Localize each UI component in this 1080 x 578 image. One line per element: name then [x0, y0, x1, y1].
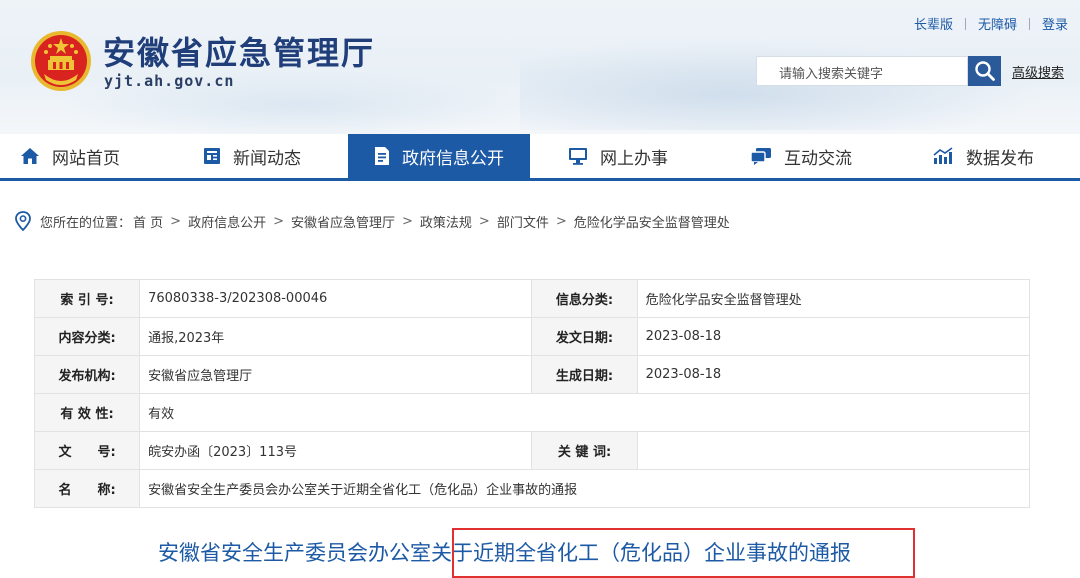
document-name-label: 名 称:	[33, 469, 141, 508]
validity-label: 有 效 性:	[33, 393, 141, 432]
category-value: 危险化学品安全监督管理处	[636, 279, 1031, 318]
content-type-label: 内容分类:	[33, 317, 141, 356]
advanced-search-link[interactable]: 高级搜索	[1012, 62, 1064, 81]
breadcrumb: 您所在的位置： 首 页 > 政府信息公开 > 安徽省应急管理厅 > 政策法规 >…	[14, 211, 732, 231]
nav-item-news[interactable]: 新闻动态	[203, 134, 348, 178]
issue-date-label: 发文日期:	[531, 317, 638, 356]
home-icon	[21, 148, 39, 164]
issue-date-value: 2023-08-18	[636, 317, 1031, 356]
document-number-label: 文 号:	[33, 431, 141, 470]
publisher-label: 发布机构:	[33, 355, 141, 394]
table-row: 文 号: 皖安办函〔2023〕113号 关 键 词:	[33, 431, 1031, 470]
keywords-label: 关 键 词:	[531, 431, 638, 470]
breadcrumb-item-dept-docs[interactable]: 部门文件	[497, 212, 549, 231]
login-link[interactable]: 登录	[1042, 14, 1068, 33]
accessibility-link[interactable]: 无障碍	[978, 14, 1017, 33]
publisher-value: 安徽省应急管理厅	[139, 355, 533, 394]
table-row: 发布机构: 安徽省应急管理厅 生成日期: 2023-08-18	[33, 355, 1031, 394]
divider	[964, 17, 966, 30]
document-number-value: 皖安办函〔2023〕113号	[139, 431, 533, 470]
generated-date-label: 生成日期:	[531, 355, 638, 394]
breadcrumb-item-department[interactable]: 安徽省应急管理厅	[291, 212, 395, 231]
breadcrumb-item-policy[interactable]: 政策法规	[420, 212, 472, 231]
news-icon	[204, 148, 220, 164]
breadcrumb-separator: >	[402, 213, 413, 229]
breadcrumb-separator: >	[273, 213, 284, 229]
chart-icon	[933, 147, 953, 164]
nav-label: 互动交流	[784, 148, 852, 169]
content-type-value: 通报,2023年	[139, 317, 533, 356]
search-icon	[974, 61, 995, 81]
table-row: 内容分类: 通报,2023年 发文日期: 2023-08-18	[33, 317, 1031, 356]
breadcrumb-item-home[interactable]: 首 页	[133, 212, 163, 231]
breadcrumb-prefix: 您所在的位置：	[40, 215, 132, 231]
breadcrumb-separator: >	[170, 213, 182, 229]
divider	[1028, 17, 1030, 30]
document-icon	[375, 147, 389, 165]
keywords-value	[636, 431, 1031, 470]
nav-label: 政府信息公开	[402, 148, 504, 169]
national-emblem-icon	[31, 31, 91, 91]
generated-date-value: 2023-08-18	[636, 355, 1031, 394]
search-input[interactable]: 请输入搜索关键字	[756, 56, 968, 86]
nav-label: 网上办事	[600, 148, 668, 169]
site-title: 安徽省应急管理厅	[103, 34, 376, 72]
validity-value: 有效	[139, 393, 1030, 432]
index-number-label: 索 引 号:	[33, 279, 141, 318]
document-name-value: 安徽省安全生产委员会办公室关于近期全省化工（危化品）企业事故的通报	[139, 469, 1030, 508]
top-links: 长辈版 无障碍 登录	[914, 14, 1068, 33]
nav-item-home[interactable]: 网站首页	[20, 134, 170, 178]
document-info-table: 索 引 号: 76080338-3/202308-00046 信息分类: 危险化…	[33, 279, 1031, 508]
nav-item-gov-info[interactable]: 政府信息公开	[348, 134, 530, 178]
nav-label: 数据发布	[966, 148, 1034, 169]
elder-mode-link[interactable]: 长辈版	[914, 14, 953, 33]
location-pin-icon	[15, 211, 31, 231]
table-row: 有 效 性: 有效	[33, 393, 1030, 432]
nav-item-interaction[interactable]: 互动交流	[750, 134, 900, 178]
table-row: 名 称: 安徽省安全生产委员会办公室关于近期全省化工（危化品）企业事故的通报	[33, 469, 1030, 508]
category-label: 信息分类:	[531, 279, 638, 318]
search-button[interactable]	[968, 56, 1001, 86]
nav-item-data[interactable]: 数据发布	[932, 134, 1072, 178]
nav-item-online-service[interactable]: 网上办事	[568, 134, 718, 178]
table-row: 索 引 号: 76080338-3/202308-00046 信息分类: 危险化…	[33, 279, 1031, 318]
breadcrumb-separator: >	[555, 213, 567, 229]
breadcrumb-item-hazchem[interactable]: 危险化学品安全监督管理处	[574, 212, 730, 231]
breadcrumb-separator: >	[478, 213, 490, 229]
breadcrumb-item-gov-info[interactable]: 政府信息公开	[188, 212, 266, 231]
nav-label: 网站首页	[52, 148, 120, 169]
site-domain: yjt.ah.gov.cn	[104, 72, 235, 90]
monitor-icon	[569, 148, 587, 165]
index-number-value: 76080338-3/202308-00046	[139, 279, 533, 318]
nav-label: 新闻动态	[233, 148, 301, 169]
chat-icon	[750, 148, 771, 165]
highlight-annotation-box	[452, 528, 915, 578]
nav-underline	[0, 178, 1080, 181]
